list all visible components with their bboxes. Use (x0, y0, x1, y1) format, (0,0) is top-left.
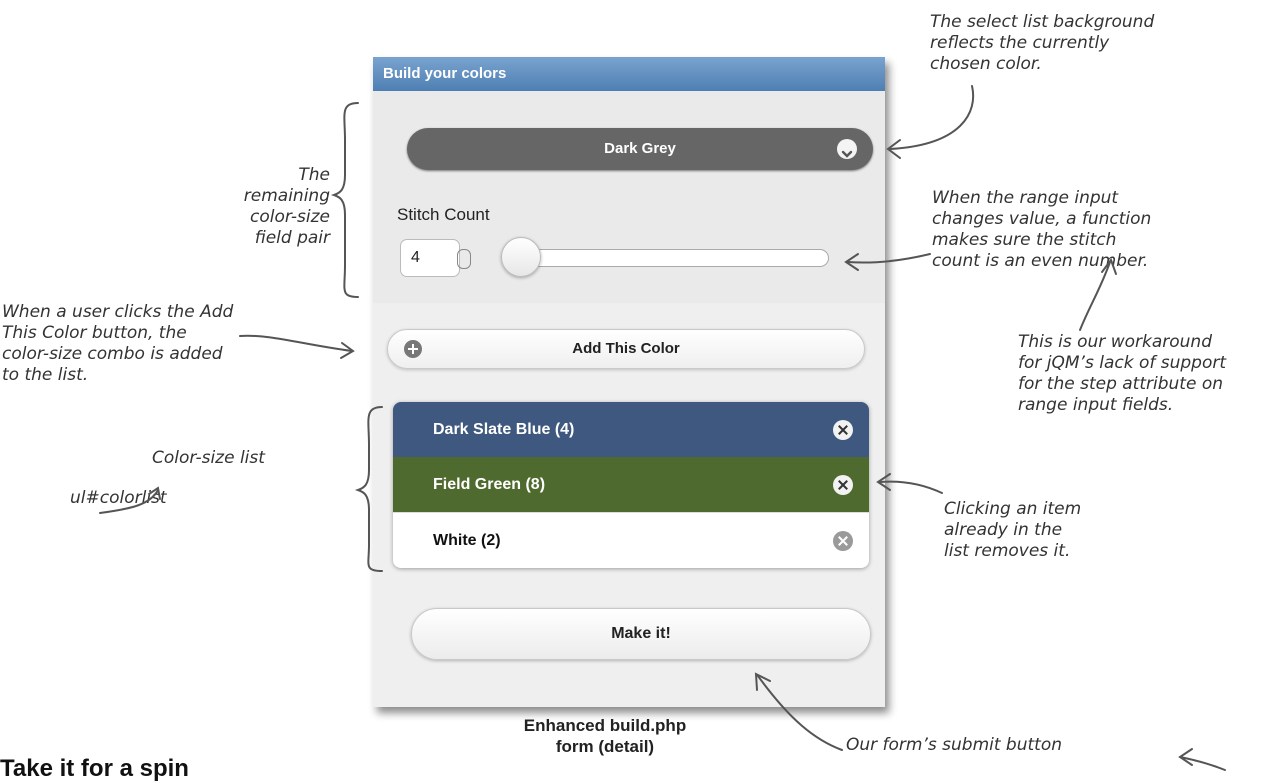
annotation-arrows (99, 85, 1226, 771)
arrow-workaround (1079, 261, 1111, 331)
arrow-select (889, 85, 975, 150)
arrow-slider (847, 253, 931, 264)
brace-color-list (354, 406, 383, 572)
brace-remaining-pair (330, 102, 359, 298)
arrow-add-button (239, 334, 353, 352)
arrow-submit (757, 675, 843, 751)
arrow-remove (879, 480, 943, 494)
